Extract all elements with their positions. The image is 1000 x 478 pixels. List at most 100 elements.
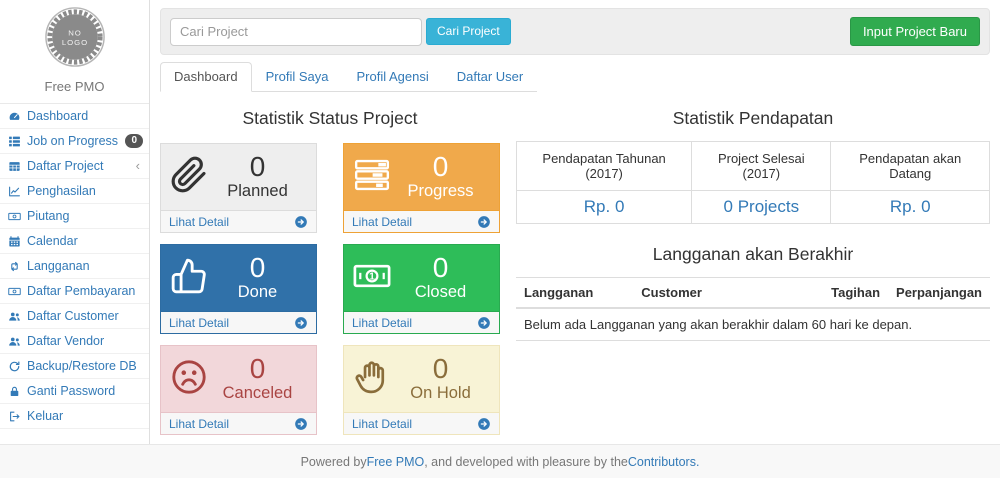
- sidebar-item-backup-restore-db[interactable]: Backup/Restore DB: [0, 354, 149, 379]
- arrow-circle-right-icon[interactable]: [477, 215, 491, 229]
- sidebar-item-dashboard[interactable]: Dashboard: [0, 104, 149, 129]
- status-card-body: 0On Hold: [344, 346, 499, 412]
- status-card-planned: 0Planned Lihat Detail: [160, 143, 317, 233]
- langganan-header: Customer: [633, 278, 823, 309]
- status-card-label: Canceled: [223, 383, 293, 404]
- sidebar-item-label: Piutang: [27, 209, 69, 223]
- main-content: Cari Project Input Project Baru Dashboar…: [150, 0, 1000, 444]
- tab-daftar-user[interactable]: Daftar User: [443, 62, 537, 92]
- status-card-body: 0Done: [161, 245, 316, 311]
- logo-area: NO LOGO Free PMO: [0, 0, 149, 94]
- thumbs-up-icon: [170, 256, 208, 296]
- arrow-circle-right-icon[interactable]: [294, 316, 308, 330]
- sidebar-item-piutang[interactable]: Piutang: [0, 204, 149, 229]
- arrow-circle-right-icon[interactable]: [294, 215, 308, 229]
- langganan-header: Tagihan: [823, 278, 888, 309]
- svg-text:1: 1: [369, 271, 375, 282]
- status-cards: 0PlannedLihat Detail0ProgressLihat Detai…: [160, 143, 500, 435]
- footer-text-middle: , and developed with pleasure by the: [424, 455, 628, 469]
- pendapatan-header: Project Selesai (2017): [692, 142, 831, 191]
- retweet-icon: [8, 260, 21, 273]
- arrow-circle-right-icon[interactable]: [477, 417, 491, 431]
- status-card-footer: Lihat Detail: [161, 311, 316, 333]
- status-card-value: 0: [250, 354, 266, 383]
- calendar-icon: [8, 235, 21, 248]
- tab-profil-saya[interactable]: Profil Saya: [252, 62, 343, 92]
- pendapatan-cell: Rp. 0: [517, 191, 692, 224]
- status-card-main: 0Canceled: [208, 354, 307, 404]
- no-logo-seal-icon: NO LOGO: [44, 6, 106, 68]
- dashboard-icon: [8, 110, 21, 123]
- sidebar-item-daftar-customer[interactable]: Daftar Customer: [0, 304, 149, 329]
- search-button[interactable]: Cari Project: [426, 18, 511, 45]
- status-card-canceled: 0Canceled Lihat Detail: [160, 345, 317, 435]
- lihat-detail-link[interactable]: Lihat Detail: [169, 215, 229, 229]
- footer-text: Powered by: [301, 455, 367, 469]
- status-card-footer: Lihat Detail: [161, 210, 316, 232]
- count-badge: 0: [125, 134, 143, 148]
- status-card-body: 0Progress: [344, 144, 499, 210]
- langganan-table: LanggananCustomerTagihanPerpanjanganBelu…: [516, 277, 990, 341]
- status-card-footer: Lihat Detail: [344, 210, 499, 232]
- svg-text:NO: NO: [68, 29, 82, 38]
- sidebar-item-langganan[interactable]: Langganan: [0, 254, 149, 279]
- sidebar-item-label: Job on Progress: [27, 134, 118, 148]
- pendapatan-value-link[interactable]: Rp. 0: [890, 197, 931, 216]
- sidebar-item-label: Calendar: [27, 234, 78, 248]
- table-icon: [8, 160, 21, 173]
- pendapatan-value-link[interactable]: Rp. 0: [584, 197, 625, 216]
- sidebar-item-label: Penghasilan: [27, 184, 96, 198]
- sidebar-item-label: Daftar Vendor: [27, 334, 104, 348]
- status-card-on-hold: 0On Hold Lihat Detail: [343, 345, 500, 435]
- frown-icon: [170, 357, 208, 397]
- lihat-detail-link[interactable]: Lihat Detail: [169, 417, 229, 431]
- sidebar-item-daftar-vendor[interactable]: Daftar Vendor: [0, 329, 149, 354]
- sidebar-item-keluar[interactable]: Keluar: [0, 404, 149, 429]
- lihat-detail-link[interactable]: Lihat Detail: [352, 215, 412, 229]
- status-card-main: 0On Hold: [391, 354, 490, 404]
- paperclip-icon: [170, 155, 208, 195]
- status-card-footer: Lihat Detail: [344, 311, 499, 333]
- sidebar-item-ganti-password[interactable]: Ganti Password: [0, 379, 149, 404]
- lihat-detail-link[interactable]: Lihat Detail: [169, 316, 229, 330]
- sidebar-item-label: Langganan: [27, 259, 90, 273]
- app-name: Free PMO: [0, 79, 149, 94]
- lock-icon: [8, 385, 21, 398]
- search-well: Cari Project Input Project Baru: [160, 8, 990, 55]
- pendapatan-title: Statistik Pendapatan: [516, 108, 990, 129]
- new-project-button[interactable]: Input Project Baru: [850, 17, 980, 46]
- pendapatan-header: Pendapatan Tahunan (2017): [517, 142, 692, 191]
- status-card-value: 0: [433, 152, 449, 181]
- lihat-detail-link[interactable]: Lihat Detail: [352, 417, 412, 431]
- status-section: Statistik Status Project 0PlannedLihat D…: [160, 98, 500, 435]
- dashboard-content: Statistik Status Project 0PlannedLihat D…: [160, 98, 990, 435]
- tab-profil-agensi[interactable]: Profil Agensi: [342, 62, 442, 92]
- status-card-label: Planned: [227, 181, 288, 202]
- pendapatan-table: Pendapatan Tahunan (2017)Project Selesai…: [516, 141, 990, 224]
- status-card-done: 0Done Lihat Detail: [160, 244, 317, 334]
- status-card-label: Done: [238, 282, 277, 303]
- status-card-body: 0Planned: [161, 144, 316, 210]
- sidebar-item-calendar[interactable]: Calendar: [0, 229, 149, 254]
- langganan-title: Langganan akan Berakhir: [516, 244, 990, 265]
- status-card-footer: Lihat Detail: [344, 412, 499, 434]
- footer-link-contributors[interactable]: Contributors.: [628, 455, 700, 469]
- search-input[interactable]: [170, 18, 422, 46]
- sidebar-item-daftar-project[interactable]: Daftar Project‹: [0, 154, 149, 179]
- svg-text:LOGO: LOGO: [61, 38, 87, 47]
- sidebar-item-job-on-progress[interactable]: Job on Progress 0: [0, 129, 149, 154]
- sidebar-item-penghasilan[interactable]: Penghasilan: [0, 179, 149, 204]
- sidebar-item-daftar-pembayaran[interactable]: Daftar Pembayaran: [0, 279, 149, 304]
- pendapatan-value-link[interactable]: 0 Projects: [724, 197, 800, 216]
- tab-dashboard[interactable]: Dashboard: [160, 62, 252, 92]
- arrow-circle-right-icon[interactable]: [477, 316, 491, 330]
- hand-icon: [353, 357, 391, 397]
- status-card-label: Progress: [407, 181, 473, 202]
- footer-link-free-pmo[interactable]: Free PMO: [367, 455, 425, 469]
- lihat-detail-link[interactable]: Lihat Detail: [352, 316, 412, 330]
- sidebar-item-label: Daftar Customer: [27, 309, 119, 323]
- status-card-main: 0Progress: [391, 152, 490, 202]
- arrow-circle-right-icon[interactable]: [294, 417, 308, 431]
- users-icon: [8, 310, 21, 323]
- status-card-main: 0Done: [208, 253, 307, 303]
